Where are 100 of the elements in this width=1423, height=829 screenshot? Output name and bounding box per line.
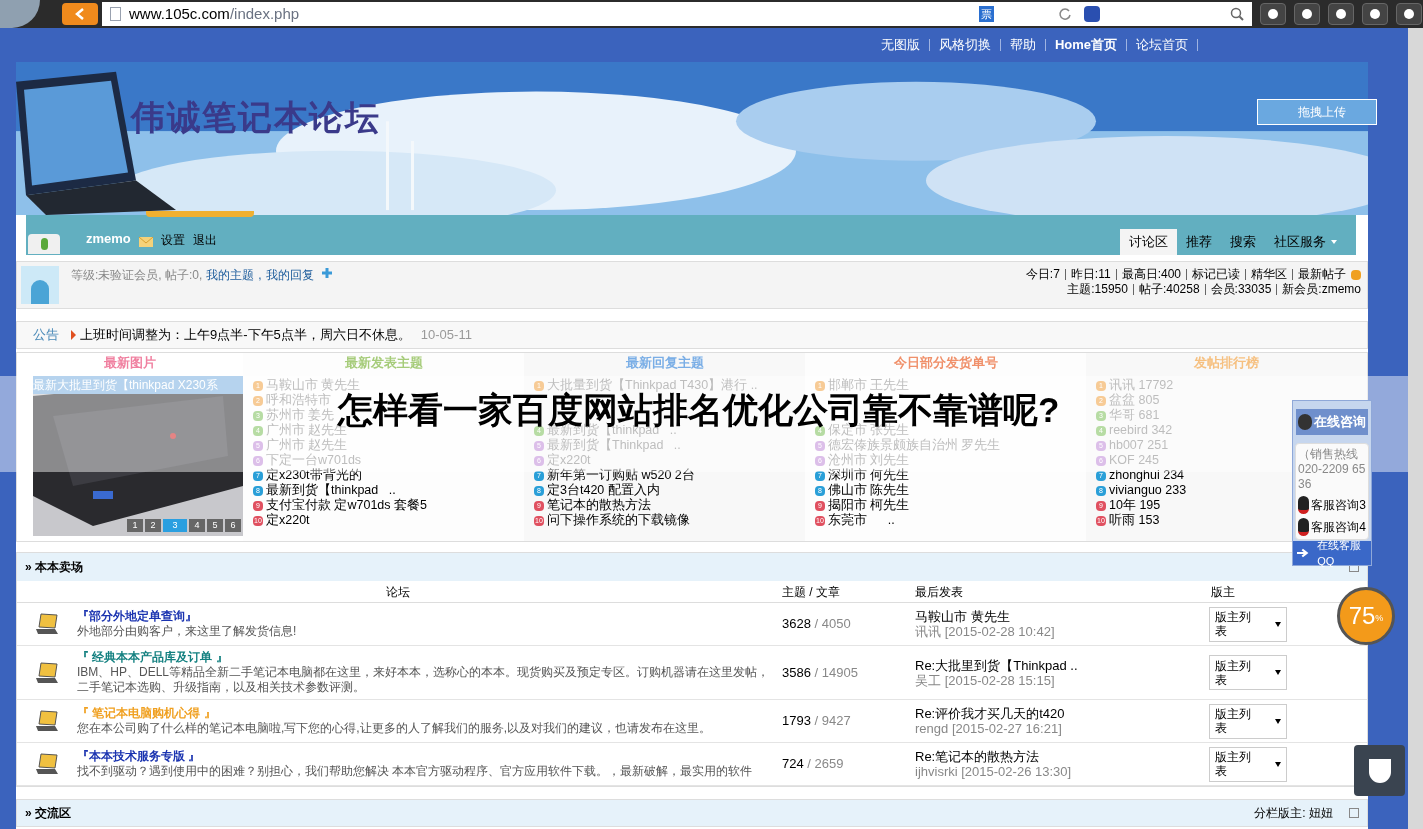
shield-button[interactable] (1354, 745, 1405, 796)
list-link[interactable]: vivianguo 233 (1109, 483, 1187, 498)
topic-post-count: 724 / 2659 (781, 755, 845, 774)
nav-tab[interactable]: 搜索 (1221, 229, 1265, 255)
stat-text: 最高日:400 (1121, 267, 1181, 282)
top-link[interactable]: Home首页 (1045, 35, 1126, 55)
page-icon (110, 7, 121, 21)
list-link[interactable]: 支付宝付款 定w701ds 套餐5 (266, 498, 427, 513)
laptop-icon (35, 613, 59, 635)
user-link[interactable]: 退出 (192, 231, 217, 249)
top-link[interactable]: 无图版 (871, 35, 929, 55)
laptop-icon (35, 710, 59, 732)
section-title[interactable]: » 交流区 (25, 804, 71, 822)
stat-text: 今日:7 (1025, 267, 1060, 282)
nav-tab[interactable]: 社区服务 (1265, 229, 1346, 255)
last-post-author: rengd [2015-02-27 16:21] (915, 721, 1063, 736)
laptop-icon (35, 753, 59, 775)
list-link[interactable]: 定x220t (266, 513, 310, 528)
last-post-title[interactable]: Re:评价我才买几天的t420 (915, 706, 1207, 721)
stat-text: 会员:33035 (1210, 282, 1272, 297)
page-button[interactable]: 5 (207, 519, 223, 532)
caret-icon (1275, 718, 1281, 724)
user-level-text: 等级:未验证会员, 帖子:0, (71, 267, 203, 284)
forum-name[interactable]: 『部分外地定单查询』 (77, 609, 197, 624)
list-link[interactable]: 东莞市 .. (828, 513, 895, 528)
panel-title: 今日部分发货单号 (892, 354, 999, 372)
page-button[interactable]: 4 (189, 519, 205, 532)
percent-sign: % (1375, 613, 1384, 626)
moderator-select[interactable]: 版主列表 (1209, 746, 1287, 782)
ticket-badge[interactable]: 票 (979, 5, 994, 23)
plus-icon[interactable] (321, 268, 332, 278)
section-title[interactable]: » 本本卖场 (25, 558, 83, 576)
nav-tab[interactable]: 讨论区 (1120, 229, 1177, 255)
stat-text[interactable]: 精华区 (1251, 267, 1287, 282)
top-link[interactable]: 论坛首页 (1127, 35, 1197, 55)
collapse-icon[interactable] (1349, 808, 1359, 818)
user-link[interactable]: 我的回复 (265, 266, 314, 284)
list-link[interactable]: 深圳市 何先生 (828, 468, 910, 483)
hotline-text: （销售热线 020-2209 6536 (1298, 446, 1366, 492)
column-header: 版主 (1210, 583, 1236, 601)
address-bar[interactable]: www.105c.com/index.php 票 (102, 2, 1252, 26)
moderator-select[interactable]: 版主列表 (1209, 655, 1287, 690)
last-post-title[interactable]: Re:笔记本的散热方法 (915, 749, 1207, 764)
moderator-select[interactable]: 版主列表 (1209, 703, 1287, 739)
last-post-author: 吴工 [2015-02-28 15:15] (915, 672, 1055, 688)
user-link[interactable]: 我的主题 (206, 266, 255, 284)
user-link[interactable]: 设置 (160, 231, 185, 249)
stat-text: 昨日:11 (1070, 267, 1111, 282)
page-button[interactable]: 1 (127, 519, 143, 532)
list-link[interactable]: 佛山市 陈先生 (828, 483, 910, 498)
list-link[interactable]: 定3台t420 配置入内 (547, 483, 660, 498)
list-link[interactable]: 最新到货【thinkpad .. (266, 483, 396, 498)
page-button[interactable]: 2 (145, 519, 161, 532)
qq-service-link[interactable]: 在线客服QQ (1293, 541, 1371, 565)
caret-icon (1275, 670, 1281, 675)
caret-icon (1275, 621, 1281, 627)
list-link[interactable]: zhonghui 234 (1109, 468, 1185, 483)
stat-text: 新会员:zmemo (1282, 282, 1361, 297)
last-post-title[interactable]: 马鞍山市 黄先生 (915, 609, 1207, 624)
topic-post-count: 3586 / 14905 (781, 663, 859, 682)
panel-title: 发帖排行榜 (1193, 354, 1260, 372)
topic-post-count: 3628 / 4050 (781, 615, 852, 634)
refresh-icon[interactable] (1058, 7, 1072, 21)
top-link[interactable]: 帮助 (1000, 35, 1045, 55)
user-toggle-icon[interactable] (28, 234, 60, 254)
panel-title: 最新回复主题 (624, 354, 705, 372)
forum-description: 外地部分由购客户，来这里了解发货信息! (77, 624, 298, 639)
laptop-icon (35, 661, 59, 684)
comma: , (258, 267, 262, 284)
list-link[interactable]: 问下操作系统的下载镜像 (547, 513, 690, 528)
announcement-label: 公告 (33, 326, 59, 345)
list-link[interactable]: 听雨 153 (1109, 513, 1160, 528)
stat-text: 主题:15950 (1067, 282, 1128, 297)
last-post-title[interactable]: Re:大批里到货【Thinkpad .. (915, 657, 1207, 673)
stat-text[interactable]: 最新帖子 (1298, 267, 1346, 282)
list-link[interactable]: 新年第一订购贴 w520 2台 (547, 468, 695, 483)
nav-tab[interactable]: 推荐 (1177, 229, 1221, 255)
moderator-select[interactable]: 版主列表 (1209, 606, 1287, 642)
announcement-text[interactable]: 上班时间调整为：上午9点半-下午5点半，周六日不休息。 (80, 325, 411, 345)
announcement-date: 10-05-11 (420, 326, 472, 345)
list-link[interactable]: 定x230t带背光的 (266, 468, 362, 483)
forum-description: 找不到驱动？遇到使用中的困难？别担心，我们帮助您解决 本本官方驱动程序、官方应用软件下载。，最新破解，最实用的软件 (77, 764, 754, 779)
last-post-author: ijhvisrki [2015-02-26 13:30] (915, 764, 1073, 779)
moderators-text: 分栏版主: 妞妞 (1254, 805, 1333, 822)
contact-link[interactable]: 客服咨询3 (1298, 495, 1366, 514)
search-icon[interactable] (1230, 7, 1244, 21)
list-link[interactable]: 笔记本的散热方法 (547, 498, 651, 513)
scrollbar[interactable] (1408, 28, 1423, 829)
stat-text[interactable]: 标记已读 (1192, 267, 1240, 282)
arrow-icon (1297, 548, 1310, 558)
forum-name[interactable]: 『本本技术服务专版 』 (77, 749, 201, 764)
list-link[interactable]: 10年 195 (1109, 498, 1161, 513)
back-button[interactable] (62, 3, 98, 25)
list-link[interactable]: 揭阳市 柯先生 (828, 498, 910, 513)
contact-link[interactable]: 客服咨询4 (1298, 517, 1366, 536)
topic-post-count: 1793 / 9427 (781, 712, 852, 731)
forum-name[interactable]: 『 经典本本产品库及订单 』 (77, 650, 228, 665)
top-link[interactable]: 风格切换 (929, 35, 1000, 55)
avatar-icon (0, 0, 40, 28)
page-button[interactable]: 6 (225, 519, 241, 532)
